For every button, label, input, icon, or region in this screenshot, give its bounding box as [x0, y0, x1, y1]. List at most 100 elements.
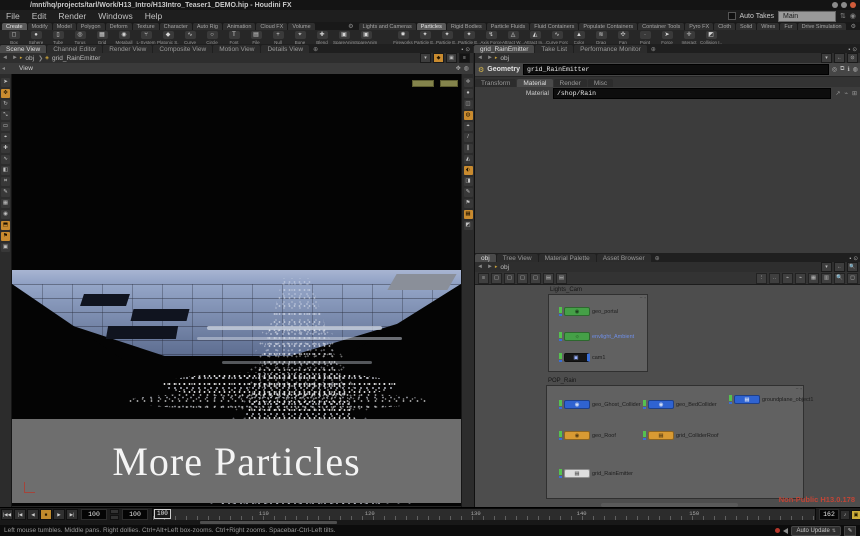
take-selector[interactable]: Main [778, 11, 836, 22]
viewport-tool-icon[interactable]: ⬖ [464, 166, 473, 175]
node-body[interactable]: ▦ [648, 431, 674, 440]
sim-toggle-icon[interactable]: ▣ [851, 510, 860, 520]
shelf-tab[interactable]: Model [53, 23, 76, 30]
shelf-tool[interactable]: ◬ Attract W... [502, 30, 524, 45]
viewport-tool-icon[interactable]: ▣ [1, 243, 10, 252]
shelf-tool[interactable]: ≋ Drag [590, 30, 612, 45]
node-flags[interactable] [643, 400, 646, 409]
shelf-tab[interactable]: Lights and Cameras [359, 23, 416, 30]
shelf-tab[interactable]: Animation [223, 23, 255, 30]
target-icon[interactable]: ◎ [832, 66, 837, 73]
shelf-tool[interactable]: · Point [634, 30, 656, 45]
network-tool-icon[interactable]: ▢ [530, 273, 541, 284]
play-button[interactable]: ▶ [53, 509, 65, 520]
maximize-button[interactable] [841, 2, 847, 8]
shelf-tab[interactable]: Cloth [714, 23, 735, 30]
network-node[interactable]: ▦ grid_ColliderRoof [643, 431, 719, 440]
shelf-tool[interactable]: ✚ Blend [311, 30, 333, 45]
shelf-tool[interactable]: ∿ Curve Force [546, 30, 568, 45]
shelf-tab[interactable]: Pyro FX [685, 23, 713, 30]
gear-icon[interactable]: ⚙ [849, 23, 858, 30]
viewport-tool-icon[interactable]: ⬒ [1, 221, 10, 230]
netbox-controls[interactable]: –▫ [796, 386, 802, 391]
parameter-tab[interactable]: Render [554, 79, 587, 87]
pane-tab[interactable]: Material Palette [539, 254, 596, 262]
menu-item[interactable]: Help [139, 11, 168, 21]
node-flags[interactable] [559, 307, 562, 316]
shelf-tab[interactable]: Particle Fluids [487, 23, 530, 30]
network-tool-icon[interactable]: ⌁ [782, 273, 793, 284]
auto-update-selector[interactable]: Auto Update ⇅ [791, 526, 841, 536]
shelf-tool[interactable]: ▯ Tube [47, 30, 69, 45]
netbox-controls[interactable]: –▫ [640, 295, 646, 300]
viewport-tool-icon[interactable]: ◫ [464, 100, 473, 109]
viewport-tool-icon[interactable]: ◉ [1, 210, 10, 219]
breadcrumb-context[interactable]: obj [498, 264, 511, 271]
node-body[interactable]: ◉ [648, 400, 674, 409]
node-flags[interactable] [559, 469, 562, 478]
viewport-tool-icon[interactable]: ◨ [464, 177, 473, 186]
viewport-tool-icon[interactable]: ✎ [1, 188, 10, 197]
network-tool-icon[interactable]: 🔍 [834, 273, 845, 284]
status-light-icon[interactable] [775, 528, 780, 533]
node-flags[interactable] [559, 332, 562, 341]
shelf-tool[interactable]: ◉ Metaball [113, 30, 135, 45]
shelf-tab[interactable]: Deform [106, 23, 132, 30]
collapse-icon[interactable]: ◂ [0, 65, 7, 72]
back-icon[interactable]: ◄ [0, 55, 10, 61]
shelf-tab[interactable]: Populate Containers [579, 23, 637, 30]
shelf-tool[interactable]: ↯ Axis Force [480, 30, 502, 45]
jump-back-button[interactable]: ← [834, 53, 845, 63]
viewport-tool-icon[interactable]: ⚑ [464, 199, 473, 208]
shelf-tool[interactable]: ✦ Particle E... [436, 30, 458, 45]
shelf-tab[interactable]: Wires [757, 23, 779, 30]
shelf-tab[interactable]: Polygon [77, 23, 105, 30]
network-box-lights-cam[interactable]: –▫ ◉ geo_portal ☼ envlight_Ambient [548, 294, 648, 372]
shelf-tool[interactable]: ◭ Attract In... [524, 30, 546, 45]
shelf-tool[interactable]: ⌖ Bone [289, 30, 311, 45]
network-tool-icon[interactable]: ▤ [556, 273, 567, 284]
range-end-field[interactable]: 162 [819, 509, 839, 520]
stop-button[interactable]: ■ [40, 509, 52, 520]
viewport-tool-icon[interactable]: ▭ [1, 122, 10, 131]
node-body[interactable]: ◉ [564, 400, 590, 409]
network-tool-icon[interactable]: ▤ [543, 273, 554, 284]
pane-tab[interactable]: grid_RainEmitter [474, 45, 534, 53]
shelf-tab[interactable]: Cloud FX [256, 23, 287, 30]
shelf-tool[interactable]: ● Sphere [25, 30, 47, 45]
help-icon[interactable]: ◍ [853, 66, 858, 73]
pane-tab[interactable]: Performance Monitor [574, 45, 647, 53]
viewport-tool-icon[interactable]: ▦ [1, 199, 10, 208]
view-camera-icon[interactable]: ◍ [464, 65, 469, 72]
network-node[interactable]: ◉ geo_BedCollider [643, 400, 717, 409]
pane-tab[interactable]: Motion View [213, 45, 260, 53]
play-reverse-button[interactable]: ◀ [27, 509, 39, 520]
parameter-tab[interactable]: Transform [475, 79, 516, 87]
realtime-toggle-icon[interactable]: ♪ [840, 510, 850, 520]
open-chooser-icon[interactable]: ↗ [835, 90, 840, 97]
playbar-scroll-handle[interactable] [200, 521, 337, 524]
viewport-tool-icon[interactable]: ◭ [464, 155, 473, 164]
lock-button[interactable]: ⊙ [847, 53, 858, 63]
add-tab-icon[interactable]: ⊕ [652, 255, 663, 262]
shelf-tool[interactable]: ▲ Color [568, 30, 590, 45]
frame-field[interactable]: 100 [81, 509, 107, 520]
viewport-tool-icon[interactable]: ⌖ [1, 133, 10, 142]
speaker-icon[interactable] [783, 528, 788, 534]
jump-node-icon[interactable]: ⌁ [844, 90, 848, 97]
shelf-tool[interactable]: + Null [267, 30, 289, 45]
parameter-tab[interactable]: Material [517, 79, 552, 87]
viewport-tool-icon[interactable]: ◍ [464, 111, 473, 120]
network-node[interactable]: ▦ grid_RainEmitter [559, 469, 633, 478]
dropdown-button[interactable]: ▾ [821, 53, 832, 63]
network-tool-icon[interactable]: ▥ [821, 273, 832, 284]
shelf-tool[interactable]: ▦ Grid [91, 30, 113, 45]
network-box-pop-rain[interactable]: –▫ ◉ geo_Ghost_Collider ◉ geo_BedCollide… [546, 385, 804, 499]
network-tool-icon[interactable]: ▢ [491, 273, 502, 284]
shelf-tab[interactable]: Volume [288, 23, 314, 30]
pin-button[interactable]: ◆ [433, 53, 444, 63]
pane-tab[interactable]: Composite View [153, 45, 212, 53]
shelf-tool[interactable]: ⑂ L-System [135, 30, 157, 45]
shelf-tool[interactable]: ◆ Platonic S... [157, 30, 179, 45]
viewport-tool-icon[interactable]: ⌗ [1, 177, 10, 186]
